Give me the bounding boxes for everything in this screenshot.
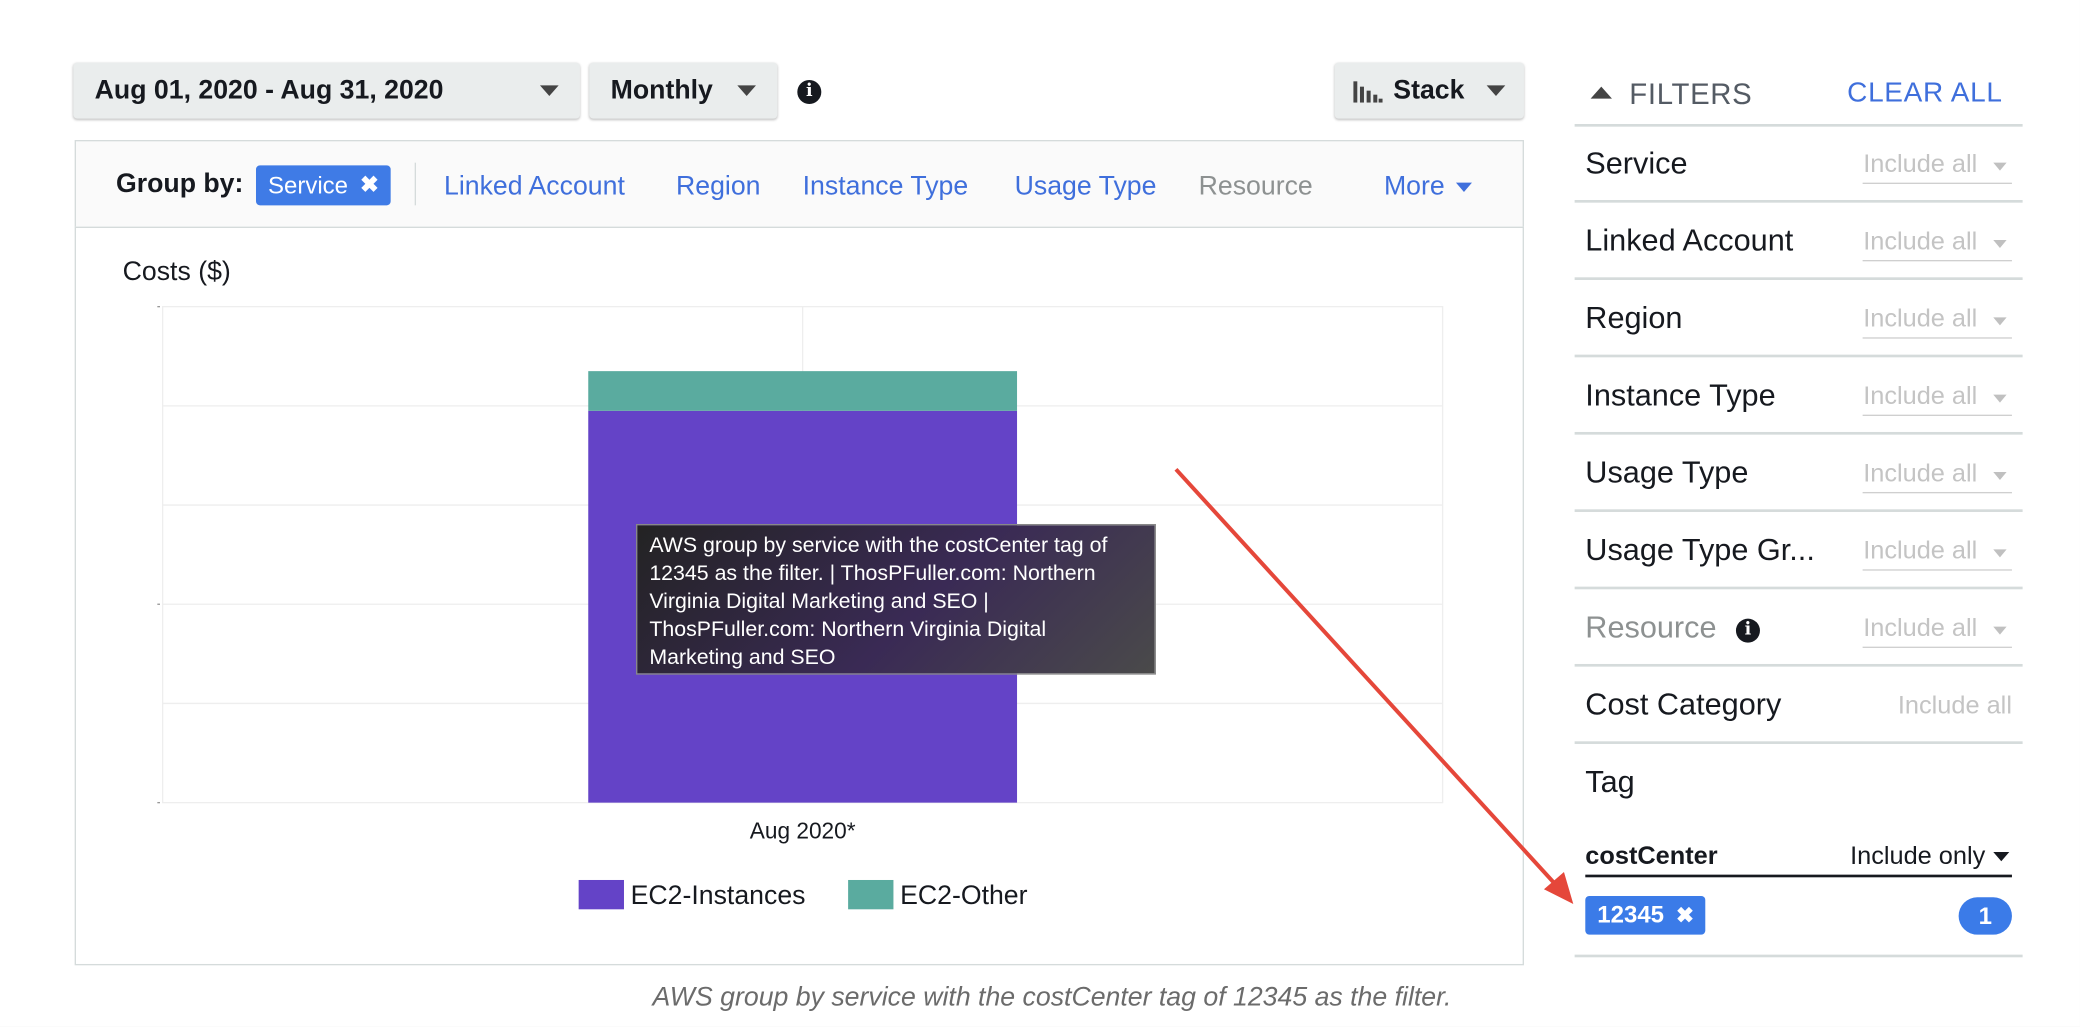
- filter-row-cost-category[interactable]: Cost Category Include all: [1574, 668, 2023, 744]
- more-dropdown[interactable]: More: [1383, 171, 1472, 203]
- filter-label: Usage Type Gr...: [1585, 531, 1815, 567]
- close-icon[interactable]: ✖: [1676, 902, 1694, 929]
- chevron-down-icon: [737, 85, 756, 96]
- y-axis-label: Costs ($): [123, 256, 231, 286]
- filter-label: Region: [1585, 299, 1683, 335]
- caption-text: AWS group by service with the costCenter…: [652, 982, 1452, 1012]
- filter-dropdown[interactable]: Include all: [1863, 305, 2012, 339]
- bar-chart-icon: [1353, 81, 1383, 103]
- group-by-label: Group by:: [115, 169, 244, 199]
- filter-dropdown[interactable]: Include all: [1863, 151, 2012, 184]
- filter-value: Include all: [1863, 150, 1978, 179]
- filter-dropdown[interactable]: Include all: [1863, 615, 2012, 648]
- tag-key-row[interactable]: costCenter Include only: [1585, 839, 2012, 878]
- chart-legend: EC2-Instances EC2-Other: [578, 879, 1028, 910]
- x-axis-labels: Aug 2020*: [750, 818, 856, 844]
- date-range-dropdown[interactable]: Aug 01, 2020 - Aug 31, 2020: [73, 62, 580, 119]
- filter-section-tag: Tag costCenter Include only 12345 ✖ 1: [1574, 745, 2023, 958]
- chevron-down-icon: [1993, 471, 2007, 480]
- legend-label-ec2-instances: EC2-Instances: [631, 880, 806, 910]
- cost-explorer-screenshot: Aug 01, 2020 - Aug 31, 2020 Monthly i St…: [0, 0, 2080, 1027]
- group-by-option-instance-type[interactable]: Instance Type: [803, 172, 969, 203]
- tag-mode-dropdown[interactable]: Include only: [1850, 843, 2012, 872]
- filters-title: FILTERS: [1629, 77, 1753, 111]
- tooltip-text: AWS group by service with the costCenter…: [649, 534, 1108, 670]
- tag-mode-value: Include only: [1850, 842, 1986, 871]
- chevron-down-icon: [1993, 394, 2007, 403]
- tag-value-chip[interactable]: 12345 ✖: [1585, 895, 1706, 935]
- group-by-bar: Group by: Service ✖ Linked Account Regio…: [74, 139, 1524, 228]
- chart-style-dropdown[interactable]: Stack: [1334, 62, 1524, 119]
- tag-key: costCenter: [1585, 842, 1718, 871]
- close-icon[interactable]: ✖: [360, 172, 379, 199]
- figure-caption: AWS group by service with the costCenter…: [0, 983, 2080, 1014]
- filter-row-instance-type[interactable]: Instance Type Include all: [1574, 359, 2023, 435]
- date-range-value: Aug 01, 2020 - Aug 31, 2020: [94, 75, 444, 105]
- clear-all-link[interactable]: CLEAR ALL: [1847, 77, 2002, 109]
- chevron-down-icon: [1993, 239, 2007, 248]
- tag-value: 12345: [1597, 901, 1665, 928]
- more-label: More: [1383, 171, 1445, 202]
- filter-value: Include all: [1863, 382, 1978, 411]
- chevron-down-icon: [1455, 182, 1472, 192]
- granularity-value: Monthly: [610, 75, 713, 105]
- filter-value: Include all: [1863, 227, 1978, 256]
- info-icon[interactable]: i: [797, 79, 822, 104]
- group-by-chip-label: Service: [267, 171, 349, 198]
- group-by-chip-service[interactable]: Service ✖: [255, 165, 392, 206]
- filter-label: Instance Type: [1585, 377, 1776, 412]
- chevron-down-icon: [1993, 549, 2007, 558]
- filter-dropdown[interactable]: Include all: [1863, 383, 2012, 416]
- filter-row-usage-type-group[interactable]: Usage Type Gr... Include all: [1574, 513, 2023, 590]
- filter-value: Include all: [1863, 459, 1978, 488]
- filter-value: Include all: [1897, 691, 2012, 720]
- chevron-down-icon: [539, 85, 559, 96]
- filter-row-linked-account[interactable]: Linked Account Include all: [1574, 204, 2023, 280]
- filter-row-region[interactable]: Region Include all: [1574, 281, 2023, 358]
- chevron-down-icon: [1993, 162, 2007, 171]
- filter-label: Usage Type: [1585, 454, 1749, 490]
- filter-dropdown[interactable]: Include all: [1863, 227, 2012, 262]
- filter-label: Service: [1585, 145, 1688, 180]
- filter-value: Include all: [1863, 614, 1978, 643]
- filter-label: Resource: [1585, 609, 1717, 644]
- bar-ec2-other: [588, 371, 1018, 411]
- divider: [414, 162, 416, 206]
- chevron-down-icon: [1993, 317, 2007, 326]
- legend-label-ec2-other: EC2-Other: [900, 880, 1028, 910]
- filter-dropdown[interactable]: Include all: [1863, 459, 2012, 494]
- group-by-option-linked-account[interactable]: Linked Account: [444, 172, 625, 203]
- tag-count-badge: 1: [1958, 897, 2012, 935]
- filter-dropdown[interactable]: Include all: [1863, 537, 2012, 571]
- filter-row-resource[interactable]: Resource i Include all: [1574, 591, 2023, 667]
- legend-swatch-ec2-instances: [578, 879, 624, 910]
- tag-label: Tag: [1585, 763, 1635, 799]
- filter-row-usage-type[interactable]: Usage Type Include all: [1574, 436, 2023, 512]
- filters-header[interactable]: FILTERS CLEAR ALL: [1574, 73, 2023, 127]
- chevron-down-icon: [1486, 85, 1506, 96]
- filter-value: Include all: [1863, 537, 1978, 566]
- filter-label: Cost Category: [1585, 686, 1782, 722]
- filter-value: Include all: [1863, 305, 1978, 334]
- group-by-option-region[interactable]: Region: [676, 172, 761, 203]
- granularity-dropdown[interactable]: Monthly: [589, 62, 778, 119]
- group-by-option-usage-type[interactable]: Usage Type: [1015, 172, 1157, 203]
- info-icon[interactable]: i: [1735, 618, 1760, 643]
- x-tick-label: Aug 2020*: [750, 818, 856, 844]
- chevron-down-icon: [1993, 626, 2007, 635]
- chart-tooltip: AWS group by service with the costCenter…: [635, 523, 1156, 675]
- filter-row-service[interactable]: Service Include all: [1574, 127, 2023, 203]
- filter-label: Linked Account: [1585, 222, 1794, 258]
- group-by-option-resource: Resource: [1198, 171, 1313, 202]
- chevron-down-icon: [1993, 851, 2010, 862]
- chart-style-value: Stack: [1393, 75, 1465, 105]
- caret-up-icon: [1590, 86, 1612, 99]
- legend-swatch-ec2-other: [848, 879, 894, 910]
